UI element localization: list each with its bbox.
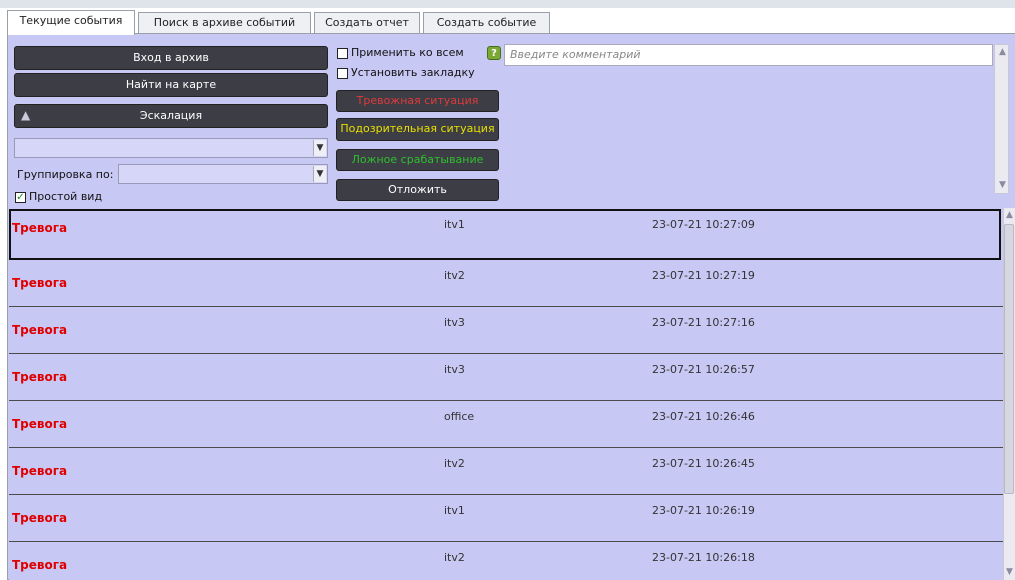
comment-scrollbar[interactable]: ▲ ▼ — [994, 44, 1009, 194]
list-item[interactable]: Тревога itv2 23-07-21 10:26:45 — [9, 448, 1003, 495]
list-item[interactable]: Тревога itv1 23-07-21 10:27:09 — [9, 209, 1001, 260]
event-camera: itv2 — [444, 551, 465, 564]
chevron-down-icon[interactable]: ▼ — [313, 140, 326, 156]
help-icon[interactable]: ? — [487, 46, 501, 60]
event-datetime: 23-07-21 10:27:09 — [652, 218, 755, 231]
grouping-combo[interactable]: ▼ — [118, 164, 328, 184]
apply-all-label: Применить ко всем — [351, 46, 464, 59]
alarm-situation-button[interactable]: Тревожная ситуация — [336, 90, 499, 112]
list-item[interactable]: Тревога itv1 23-07-21 10:26:19 — [9, 495, 1003, 542]
event-title: Тревога — [12, 323, 68, 337]
expand-up-icon: ▲ — [21, 108, 31, 122]
event-title: Тревога — [12, 276, 68, 290]
event-title: Тревога — [12, 417, 68, 431]
event-camera: itv1 — [444, 504, 465, 517]
scroll-down-icon[interactable]: ▼ — [996, 179, 1009, 192]
find-on-map-button[interactable]: Найти на карте — [14, 73, 328, 97]
list-item[interactable]: Тревога itv3 23-07-21 10:26:57 — [9, 354, 1003, 401]
tab-create-event[interactable]: Создать событие — [423, 12, 550, 34]
apply-all-checkbox[interactable] — [337, 48, 348, 59]
event-datetime: 23-07-21 10:26:45 — [652, 457, 755, 470]
event-datetime: 23-07-21 10:27:19 — [652, 269, 755, 282]
tab-create-report[interactable]: Создать отчет — [314, 12, 420, 34]
escalation-button[interactable]: ▲ Эскалация — [14, 104, 328, 128]
event-camera: itv3 — [444, 363, 465, 376]
list-item[interactable]: Тревога itv3 23-07-21 10:27:16 — [9, 307, 1003, 354]
event-datetime: 23-07-21 10:27:16 — [652, 316, 755, 329]
scroll-up-icon[interactable]: ▲ — [1004, 209, 1015, 222]
event-camera: itv2 — [444, 457, 465, 470]
event-title: Тревога — [12, 511, 68, 525]
event-datetime: 23-07-21 10:26:18 — [652, 551, 755, 564]
top-strip — [0, 0, 1015, 8]
false-alarm-button[interactable]: Ложное срабатывание — [336, 149, 499, 171]
event-datetime: 23-07-21 10:26:46 — [652, 410, 755, 423]
tab-current-events[interactable]: Текущие события — [7, 10, 135, 35]
scroll-down-icon[interactable]: ▼ — [1004, 566, 1015, 579]
simple-view-label: Простой вид — [29, 190, 103, 203]
list-item[interactable]: Тревога itv2 23-07-21 10:27:19 — [9, 260, 1003, 307]
suspicious-situation-button[interactable]: Подозрительная ситуация — [336, 118, 499, 141]
scrollbar-thumb[interactable] — [1004, 224, 1014, 494]
postpone-button[interactable]: Отложить — [336, 179, 499, 201]
event-title: Тревога — [12, 558, 68, 572]
comment-input[interactable]: Введите комментарий — [504, 44, 993, 66]
event-camera: itv1 — [444, 218, 465, 231]
event-datetime: 23-07-21 10:26:19 — [652, 504, 755, 517]
bookmark-checkbox[interactable] — [337, 68, 348, 79]
simple-view-checkbox[interactable]: ✓ — [15, 192, 26, 203]
event-camera: office — [444, 410, 475, 423]
archive-button[interactable]: Вход в архив — [14, 46, 328, 70]
event-list: Тревога itv1 23-07-21 10:27:09 Тревога i… — [9, 208, 1003, 580]
event-camera: itv2 — [444, 269, 465, 282]
event-title: Тревога — [12, 464, 68, 478]
list-item[interactable]: Тревога office 23-07-21 10:26:46 — [9, 401, 1003, 448]
chevron-down-icon[interactable]: ▼ — [313, 166, 326, 182]
escalation-combo[interactable]: ▼ — [14, 138, 328, 158]
event-camera: itv3 — [444, 316, 465, 329]
escalation-label: Эскалация — [139, 109, 203, 122]
event-datetime: 23-07-21 10:26:57 — [652, 363, 755, 376]
grouping-label: Группировка по: — [17, 168, 114, 181]
list-item[interactable]: Тревога itv2 23-07-21 10:26:18 — [9, 542, 1003, 580]
scroll-up-icon[interactable]: ▲ — [996, 46, 1009, 59]
bookmark-label: Установить закладку — [351, 66, 475, 79]
event-title: Тревога — [12, 221, 68, 235]
event-list-scrollbar[interactable]: ▲ ▼ — [1003, 208, 1015, 580]
event-title: Тревога — [12, 370, 68, 384]
tab-archive-search[interactable]: Поиск в архиве событий — [138, 12, 311, 34]
